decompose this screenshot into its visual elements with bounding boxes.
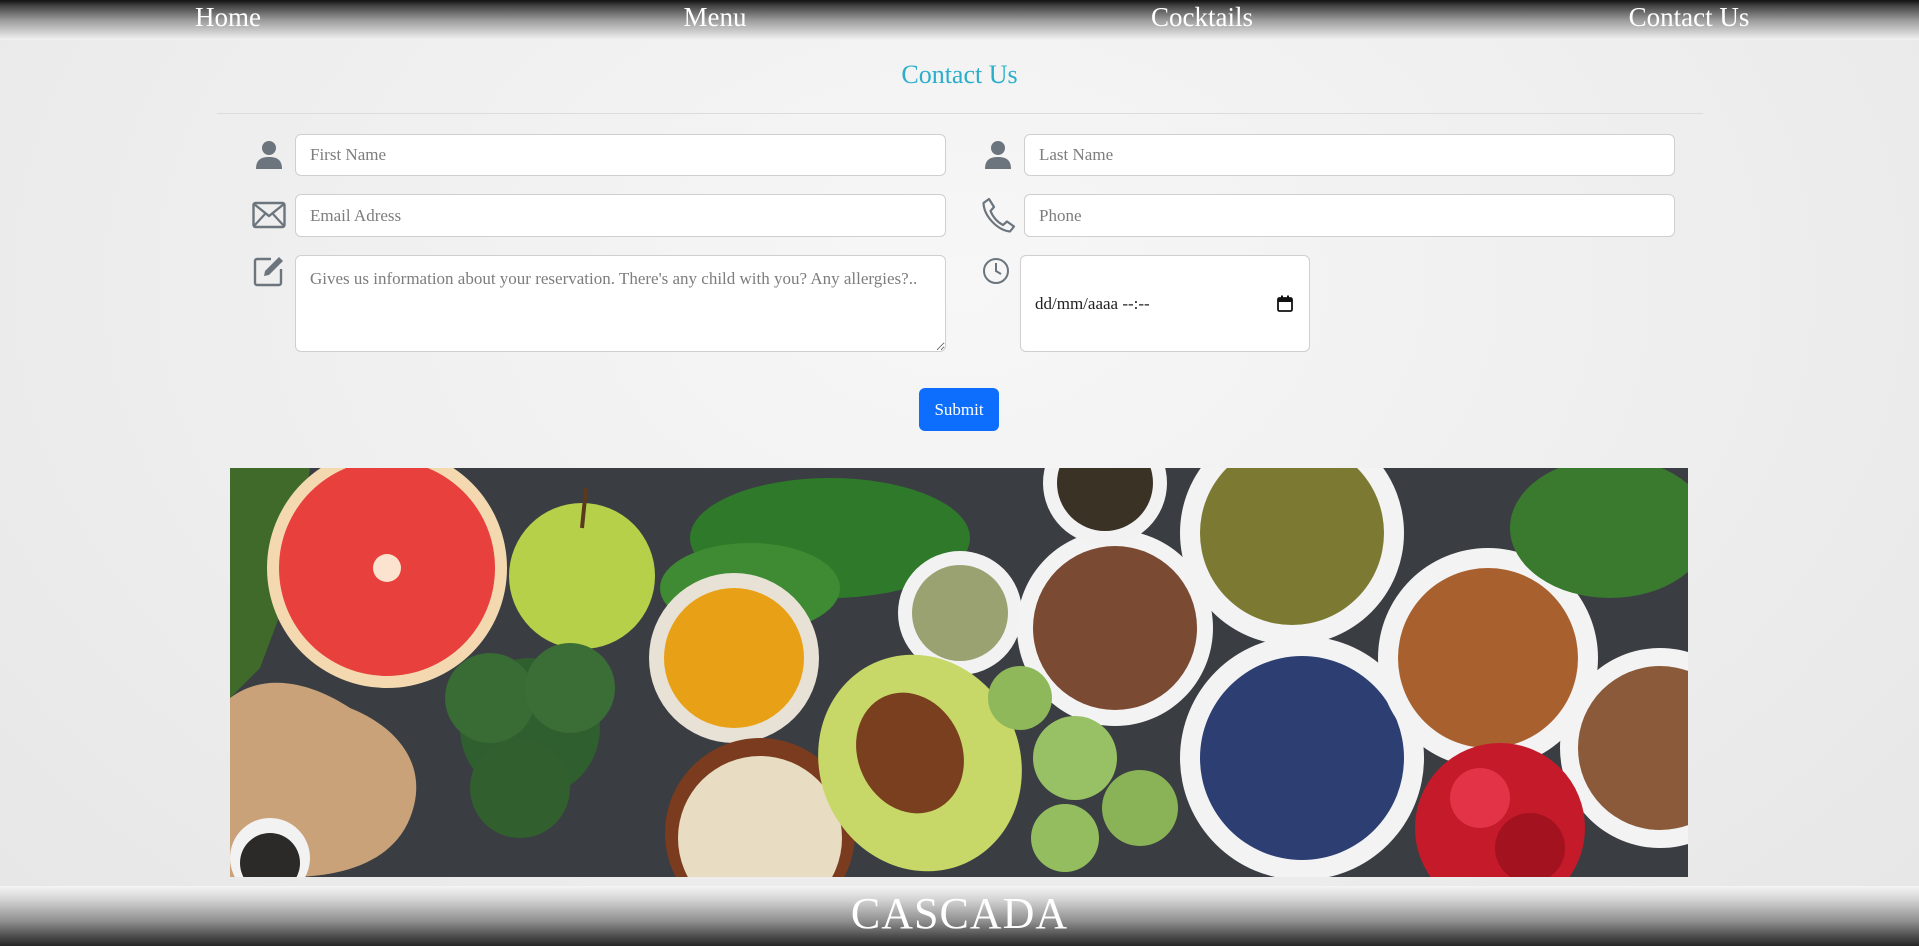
person-icon [982, 138, 1014, 172]
nav-link-menu[interactable]: Menu [684, 0, 747, 34]
datetime-value: dd/mm/aaaa --:-- [1035, 294, 1150, 313]
food-banner-image [230, 468, 1688, 877]
first-name-input[interactable] [295, 134, 946, 176]
last-name-input[interactable] [1024, 134, 1675, 176]
footer-brand: CASCADA [850, 889, 1069, 938]
nav-link-contact-us[interactable]: Contact Us [1629, 0, 1750, 34]
envelope-icon [252, 199, 286, 231]
divider [217, 113, 1703, 114]
email-input[interactable] [295, 194, 946, 237]
top-navbar: Home Menu Cocktails Contact Us [0, 0, 1919, 40]
calendar-icon[interactable] [1277, 295, 1293, 317]
nav-link-home[interactable]: Home [195, 0, 261, 34]
person-icon [253, 138, 285, 172]
clock-icon [981, 256, 1011, 286]
pencil-square-icon [252, 254, 286, 288]
page-title: Contact Us [901, 60, 1018, 89]
reservation-notes-textarea[interactable] [295, 255, 946, 352]
submit-button[interactable]: Submit [919, 388, 999, 431]
reservation-datetime-input[interactable]: dd/mm/aaaa --:-- [1020, 255, 1310, 352]
phone-input[interactable] [1024, 194, 1675, 237]
nav-link-cocktails[interactable]: Cocktails [1151, 0, 1253, 34]
phone-icon [980, 196, 1016, 234]
